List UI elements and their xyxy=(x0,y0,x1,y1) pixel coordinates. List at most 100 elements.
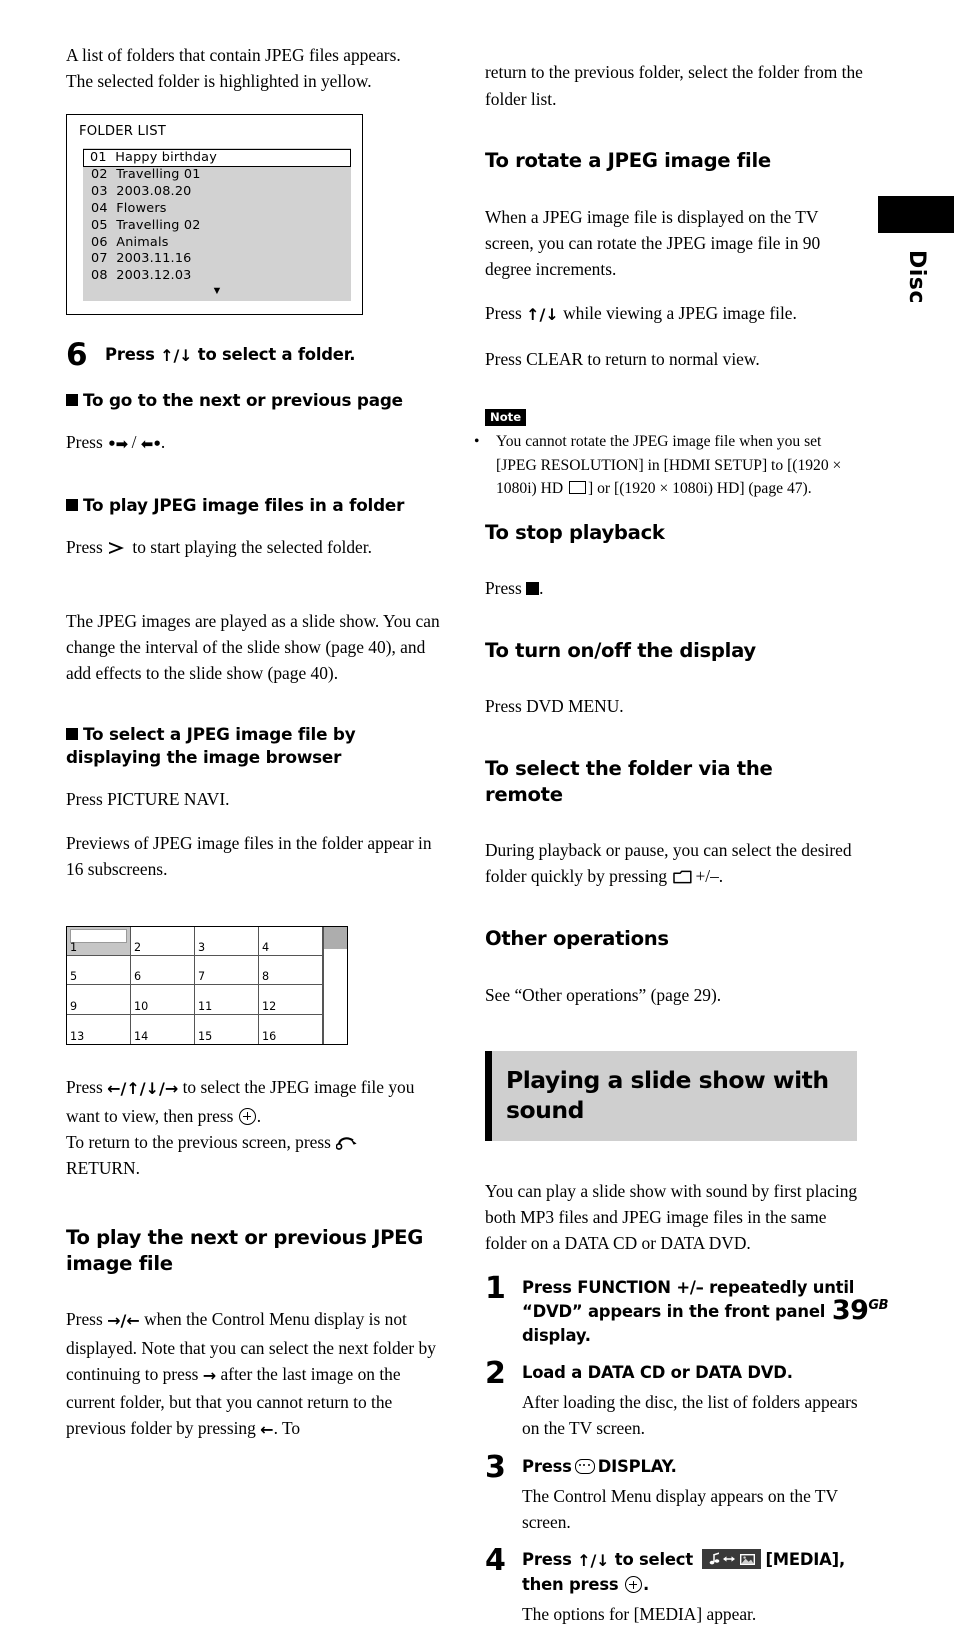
folder-row-num: 01 xyxy=(90,149,107,165)
next-prev-jpeg-text: Press →/← when the Control Menu display … xyxy=(66,1306,446,1443)
grid-cell[interactable]: 15 xyxy=(195,1014,259,1044)
previous-page-icon: ⬅• xyxy=(140,435,162,454)
return-instruction: To return to the previous screen, press xyxy=(66,1131,331,1152)
step-4: 4 Press ↑/↓ to select [MEDIA], then pres… xyxy=(485,1546,863,1627)
step-3: 3 Press DISPLAY. The Control Menu display… xyxy=(485,1452,863,1536)
grid-cell[interactable]: 13 xyxy=(67,1014,131,1044)
grid-cell-label: 3 xyxy=(198,941,206,955)
folder-list-item[interactable]: 03 2003.08.20 xyxy=(83,184,351,201)
page-number: 39GB xyxy=(831,1295,889,1326)
scroll-down-icon[interactable]: ▼ xyxy=(83,285,351,299)
intro-line-2: The selected folder is highlighted in ye… xyxy=(66,71,372,92)
grid-cell[interactable]: 7 xyxy=(195,956,259,986)
next-prev-page-text: Press •➡ / ⬅•. xyxy=(66,432,166,454)
press-label: Press xyxy=(66,1309,108,1330)
folder-list-item[interactable]: 04 Flowers xyxy=(83,201,351,218)
grid-caption-period: . xyxy=(256,1105,262,1126)
folder-row-name: 2003.12.03 xyxy=(116,268,192,284)
note-badge: Note xyxy=(485,409,527,427)
section-banner-title: Playing a slide show with sound xyxy=(506,1065,845,1125)
grid-cell[interactable]: 8 xyxy=(259,956,323,986)
stop-icon xyxy=(526,582,540,596)
grid-cell-label: 7 xyxy=(198,970,206,984)
heading-text-line1: To select the folder via the xyxy=(485,756,773,780)
step-number: 6 xyxy=(66,336,88,373)
left-column: A list of folders that contain JPEG file… xyxy=(66,42,446,1461)
note-block: Note • You cannot rotate the JPEG image f… xyxy=(474,408,863,500)
folder-row-name: Flowers xyxy=(116,200,167,216)
step-number: 1 xyxy=(485,1270,506,1306)
folder-row-num: 02 xyxy=(91,167,108,183)
return-label: RETURN. xyxy=(66,1158,140,1179)
heading-text-line2: image file xyxy=(66,1251,173,1275)
folder-row-name: Animals xyxy=(116,234,169,250)
grid-cell[interactable]: 16 xyxy=(259,1014,323,1044)
step-number: 2 xyxy=(485,1355,506,1391)
grid-cell[interactable]: 5 xyxy=(67,956,131,986)
heading-image-browser: To select a JPEG image file by displaying… xyxy=(66,723,446,769)
folder-list-item[interactable]: 02 Travelling 01 xyxy=(83,167,351,184)
step-2: 2 Load a DATA CD or DATA DVD. After load… xyxy=(485,1355,863,1442)
folder-row-name: Travelling 01 xyxy=(116,167,201,183)
heading-next-prev-page: To go to the next or previous page xyxy=(66,389,446,412)
folder-list-item[interactable]: 06 Animals xyxy=(83,235,351,252)
grid-cell[interactable]: 4 xyxy=(259,926,323,957)
heading-text-line1: To play the next or previous JPEG xyxy=(66,1225,424,1249)
folder-list-item[interactable]: 01 Happy birthday xyxy=(83,148,351,168)
heading-text: To go to the next or previous page xyxy=(83,389,403,410)
folder-list-item[interactable]: 08 2003.12.03 xyxy=(83,268,351,285)
media-icon xyxy=(702,1549,762,1570)
grid-scrollbar[interactable] xyxy=(323,926,347,1044)
rotate-paragraph-1: When a JPEG image file is displayed on t… xyxy=(485,206,821,280)
play-jpeg-after-text: to start playing the selected folder. xyxy=(128,537,372,558)
next-page-icon: •➡ xyxy=(107,435,128,454)
note-text: • You cannot rotate the JPEG image file w… xyxy=(474,430,863,500)
heading-text: To play JPEG image files in a folder xyxy=(83,495,405,516)
page-number-suffix: GB xyxy=(868,1298,888,1313)
step-6: 6 Press ↑/↓ to select a folder. xyxy=(66,336,446,373)
grid-cell-label: 12 xyxy=(262,999,277,1013)
folder-row-name: Travelling 02 xyxy=(116,217,201,233)
next-prev-jpeg-text-c: . To xyxy=(273,1418,301,1439)
rotate-paragraph-2: Press ↑/↓ while viewing a JPEG image fil… xyxy=(485,300,863,328)
side-tab-marker xyxy=(878,196,954,233)
grid-cell[interactable]: 11 xyxy=(195,985,259,1015)
bullet-square-icon xyxy=(66,393,78,406)
note-bullet-icon: • xyxy=(474,433,480,451)
up-down-arrow-icon: ↑/↓ xyxy=(577,1551,610,1571)
grid-cell[interactable]: 6 xyxy=(131,956,195,986)
grid-scrollbar-thumb[interactable] xyxy=(324,926,347,949)
step-number: 4 xyxy=(485,1543,506,1579)
grid-cell-label: 4 xyxy=(262,941,270,955)
grid-cell[interactable]: 14 xyxy=(131,1014,195,1044)
manual-page: A list of folders that contain JPEG file… xyxy=(0,0,954,1624)
grid-cell[interactable]: 10 xyxy=(131,985,195,1015)
grid-cell[interactable]: 12 xyxy=(259,985,323,1015)
folder-list-item[interactable]: 07 2003.11.16 xyxy=(83,251,351,268)
heading-other-operations: Other operations xyxy=(485,927,669,951)
grid-cell[interactable]: 1 xyxy=(67,926,131,957)
side-tab: Disc xyxy=(878,196,954,304)
grid-cell[interactable]: 2 xyxy=(131,926,195,957)
press-label: Press xyxy=(485,303,527,324)
intro-paragraph: A list of folders that contain JPEG file… xyxy=(66,42,446,95)
page-number-value: 39 xyxy=(831,1295,869,1326)
grid-cell[interactable]: 3 xyxy=(195,926,259,957)
right-arrow-icon: → xyxy=(202,1365,217,1385)
section-banner: Playing a slide show with sound xyxy=(485,1051,857,1142)
step-1: 1 Press FUNCTION +/– repeatedly until “D… xyxy=(485,1270,863,1348)
grid-cell-label: 14 xyxy=(134,1029,149,1043)
step-6-lead-before: Press xyxy=(105,344,161,364)
step-4-lead-mid: to select xyxy=(609,1550,693,1570)
step-4-description: The options for [MEDIA] appear. xyxy=(522,1604,757,1625)
grid-cells: 1 2 3 4 5 6 7 8 9 10 11 12 13 14 15 16 xyxy=(67,926,323,1044)
picture-navi-line: Press PICTURE NAVI. xyxy=(66,789,230,810)
continuation-paragraph: return to the previous folder, select th… xyxy=(485,62,863,109)
slide-show-paragraph: The JPEG images are played as a slide sh… xyxy=(66,610,440,684)
folder-row-name: 2003.08.20 xyxy=(116,184,192,200)
folder-list-title: FOLDER LIST xyxy=(79,123,167,139)
grid-cell-label: 16 xyxy=(262,1029,277,1043)
grid-cell[interactable]: 9 xyxy=(67,985,131,1015)
grid-cell-label: 8 xyxy=(262,970,270,984)
folder-list-item[interactable]: 05 Travelling 02 xyxy=(83,218,351,235)
